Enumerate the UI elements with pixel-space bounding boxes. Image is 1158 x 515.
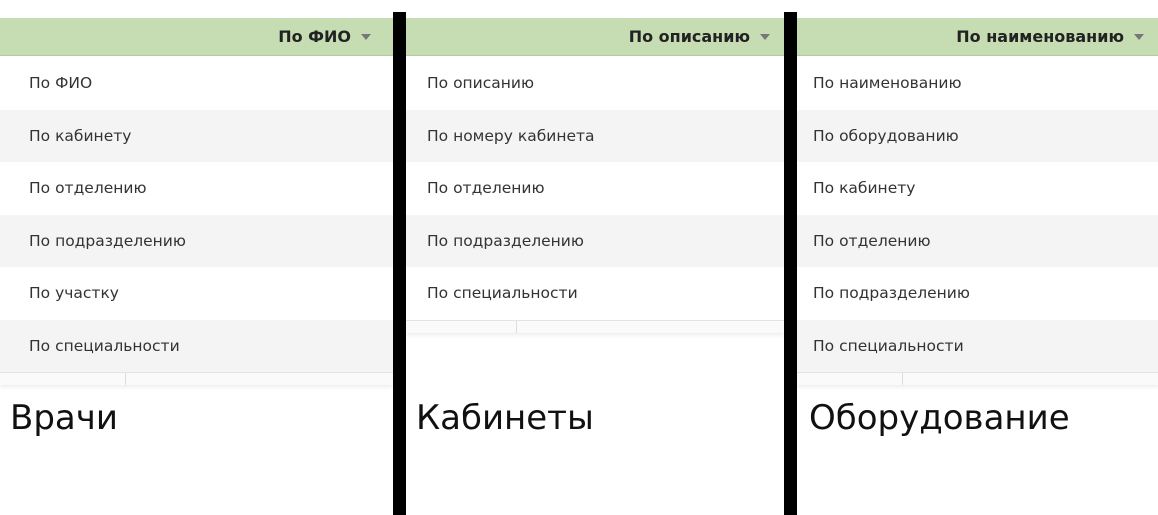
menu-item-by-cabinet[interactable]: По кабинету — [0, 109, 393, 162]
sort-selected-label: По ФИО — [278, 27, 351, 46]
menu-item-by-specialty[interactable]: По специальности — [797, 319, 1158, 372]
menu-item-by-cabinet-number[interactable]: По номеру кабинета — [406, 109, 784, 162]
sort-dropdown-doctors[interactable]: По ФИО — [0, 18, 393, 56]
sort-menu-doctors: По ФИО По кабинету По отделению По подра… — [0, 57, 393, 385]
chevron-down-icon — [760, 33, 770, 40]
menu-footer — [406, 319, 784, 333]
menu-item-by-cabinet[interactable]: По кабинету — [797, 162, 1158, 215]
menu-item-by-department[interactable]: По отделению — [797, 214, 1158, 267]
menu-item-by-specialty[interactable]: По специальности — [406, 267, 784, 320]
panel-caption: Кабинеты — [416, 398, 594, 438]
panel-caption: Оборудование — [809, 398, 1070, 438]
menu-footer — [797, 372, 1158, 385]
menu-footer — [0, 372, 393, 385]
menu-item-by-specialty[interactable]: По специальности — [0, 319, 393, 372]
sort-dropdown-cabinets[interactable]: По описанию — [406, 18, 784, 56]
chevron-down-icon — [1134, 33, 1144, 40]
menu-item-by-name[interactable]: По наименованию — [797, 57, 1158, 110]
menu-item-by-equipment[interactable]: По оборудованию — [797, 109, 1158, 162]
menu-item-by-district[interactable]: По участку — [0, 267, 393, 320]
divider — [784, 12, 797, 515]
menu-item-by-fio[interactable]: По ФИО — [0, 57, 393, 110]
divider — [393, 12, 406, 515]
menu-item-by-description[interactable]: По описанию — [406, 57, 784, 110]
sort-selected-label: По описанию — [628, 27, 750, 46]
chevron-down-icon — [361, 33, 371, 40]
sort-panel-equipment: По наименованию По наименованию По обору… — [797, 0, 1158, 515]
menu-item-by-department[interactable]: По отделению — [406, 162, 784, 215]
sort-panel-doctors: По ФИО По ФИО По кабинету По отделению П… — [0, 0, 393, 515]
sort-menu-equipment: По наименованию По оборудованию По кабин… — [797, 57, 1158, 385]
menu-item-by-department[interactable]: По отделению — [0, 162, 393, 215]
menu-item-by-subdivision[interactable]: По подразделению — [797, 267, 1158, 320]
sort-menu-cabinets: По описанию По номеру кабинета По отделе… — [406, 57, 784, 333]
sort-panel-cabinets: По описанию По описанию По номеру кабине… — [406, 0, 784, 515]
menu-item-by-subdivision[interactable]: По подразделению — [0, 214, 393, 267]
sort-dropdown-equipment[interactable]: По наименованию — [797, 18, 1158, 56]
sort-selected-label: По наименованию — [956, 27, 1124, 46]
panel-caption: Врачи — [10, 398, 118, 438]
menu-item-by-subdivision[interactable]: По подразделению — [406, 214, 784, 267]
